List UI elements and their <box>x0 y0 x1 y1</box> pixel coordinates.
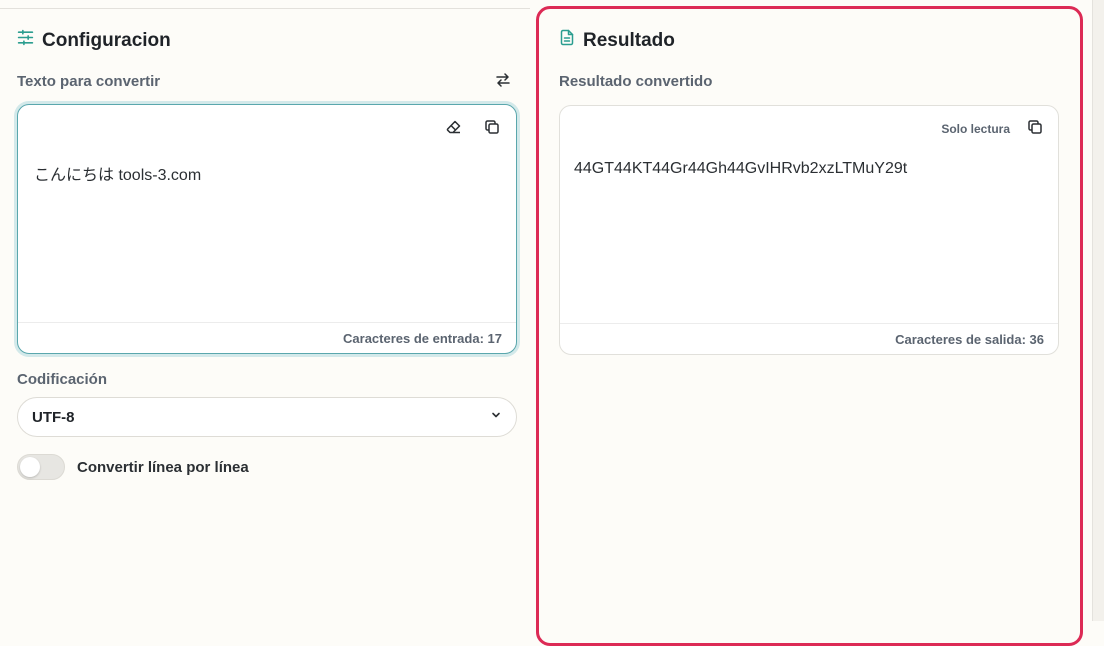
swap-arrows-icon <box>495 72 511 93</box>
result-title: Resultado <box>583 29 675 51</box>
readonly-badge: Solo lectura <box>941 122 1010 136</box>
chevron-down-icon <box>490 408 502 426</box>
result-header: Resultado <box>559 29 675 52</box>
output-label: Resultado convertido <box>559 73 713 90</box>
copy-input-button[interactable] <box>482 119 502 139</box>
result-panel: Resultado Resultado convertido Solo lect… <box>536 6 1083 646</box>
eraser-icon <box>446 119 462 140</box>
scrollbar-gutter <box>1092 0 1104 621</box>
input-char-count: Caracteres de entrada: 17 <box>343 330 502 346</box>
input-textarea[interactable]: こんにちは tools-3.com Caracteres de entrada:… <box>17 104 517 354</box>
toggle-knob <box>20 457 40 477</box>
output-textarea[interactable]: Solo lectura 44GT44KT44Gr44Gh44GvIHRvb2x… <box>559 105 1059 355</box>
copy-output-button[interactable] <box>1025 119 1045 139</box>
encoding-label: Codificación <box>17 371 108 388</box>
config-panel: Configuracion Texto para convertir こんにちは… <box>0 0 530 621</box>
input-toolbar <box>444 119 502 139</box>
output-footer: Caracteres de salida: 36 <box>560 323 1058 354</box>
output-text[interactable]: 44GT44KT44Gr44Gh44GvIHRvb2xzLTMuY29t <box>574 160 907 178</box>
line-by-line-label: Convertir línea por línea <box>77 458 249 476</box>
line-by-line-toggle[interactable] <box>17 454 65 480</box>
encoding-value: UTF-8 <box>32 408 75 426</box>
input-text[interactable]: こんにちは tools-3.com <box>34 161 201 185</box>
copy-icon <box>1027 119 1043 140</box>
clear-button[interactable] <box>444 119 464 139</box>
copy-icon <box>484 119 500 140</box>
sliders-icon <box>17 29 34 52</box>
config-title: Configuracion <box>42 29 171 51</box>
config-header: Configuracion <box>17 29 171 52</box>
input-label: Texto para convertir <box>17 73 161 90</box>
output-char-count: Caracteres de salida: 36 <box>895 331 1044 347</box>
swap-button[interactable] <box>494 72 512 93</box>
line-by-line-row: Convertir línea por línea <box>17 454 249 480</box>
document-icon <box>559 29 575 52</box>
input-footer: Caracteres de entrada: 17 <box>18 322 516 353</box>
encoding-select[interactable]: UTF-8 <box>17 397 517 437</box>
